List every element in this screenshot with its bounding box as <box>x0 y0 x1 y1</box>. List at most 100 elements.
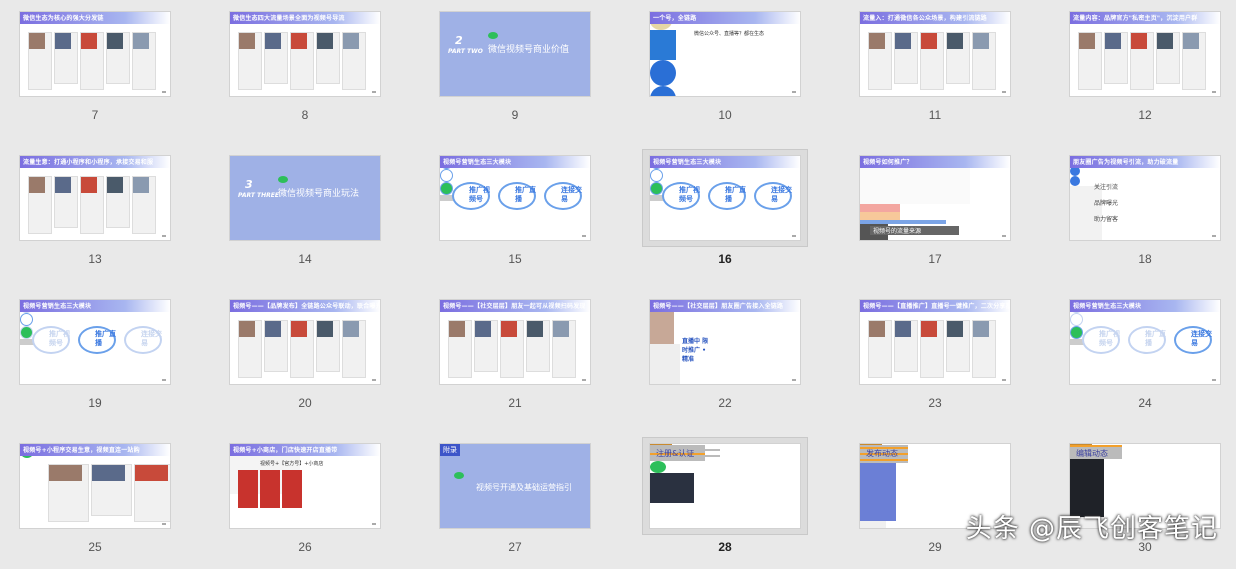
module-icon <box>650 182 663 195</box>
slide-thumbnail-27[interactable]: 附录 视频号开通及基础运营指引 27 <box>440 444 610 569</box>
slide-header-bar: 视频号营销生态三大模块 <box>20 300 170 312</box>
screenshot-panel <box>946 32 970 84</box>
slide-title: 朋友圈广告为视频号引流，助力破流量 <box>1073 159 1179 166</box>
slide-thumbnail-8[interactable]: 微信生态四大流量场景全面为视频号导流 8 <box>230 12 400 137</box>
screenshot-image <box>921 321 937 337</box>
slide-number: 7 <box>91 108 99 122</box>
slide-thumbnail-7[interactable]: 微信生态为核心的强大分发链 7 <box>20 12 190 137</box>
slide-label: 视频号+【官方号】+小商店 <box>260 461 324 467</box>
slide-preview[interactable]: 2 PART TWO 微信视频号商业价值 <box>440 12 590 96</box>
screenshot-panel <box>316 32 340 84</box>
slide-thumbnail-28[interactable]: 注册&认证 28 <box>642 437 820 569</box>
slide-footer-mark <box>792 235 796 237</box>
slide-preview[interactable]: 视频号——【直播推广】直播号一键推广，二次分享投流 <box>860 300 1010 384</box>
screenshot-image <box>553 321 569 337</box>
screenshot-panel <box>474 320 498 372</box>
slide-thumbnail-21[interactable]: 视频号——【社交层层】朋友一起可从视频扫码发现 21 <box>440 300 610 425</box>
slide-preview[interactable]: 注册&认证 <box>650 444 800 528</box>
slide-preview[interactable]: 视频号——【品牌发布】全链路公众号联动，联合曝光 <box>230 300 380 384</box>
slide-preview[interactable]: 视频号营销生态三大模块 推广视频号 推广直播 连接交易 <box>650 156 800 240</box>
slide-preview[interactable]: 流量内容：品牌官方"私密主页"，沉淀用户群 <box>1070 12 1220 96</box>
slide-number: 14 <box>298 252 312 266</box>
slide-thumbnail-12[interactable]: 流量内容：品牌官方"私密主页"，沉淀用户群 12 <box>1070 12 1236 137</box>
slide-thumbnail-19[interactable]: 视频号营销生态三大模块 推广视频号 推广直播 连接交易 19 <box>20 300 190 425</box>
slide-thumbnail-26[interactable]: 视频号+小商店，门店快速开店直播带 视频号+【官方号】+小商店 26 <box>230 444 400 569</box>
slide-preview[interactable]: 视频号营销生态三大模块 推广视频号 推广直播 连接交易 <box>440 156 590 240</box>
slide-number: 9 <box>511 108 519 122</box>
slide-number: 25 <box>88 540 102 554</box>
product-image <box>260 470 280 508</box>
screenshot-panel <box>920 320 944 378</box>
product-image <box>238 470 258 508</box>
slide-preview[interactable]: 视频号如何推广？ 视频号的流量来源 <box>860 156 1010 240</box>
screenshot-panel <box>91 464 132 516</box>
slide-preview[interactable]: 视频号+小商店，门店快速开店直播带 视频号+【官方号】+小商店 <box>230 444 380 528</box>
slide-thumbnail-24[interactable]: 视频号营销生态三大模块 推广视频号 推广直播 连接交易 24 <box>1070 300 1236 425</box>
slide-title: 视频号——【直播推广】直播号一键推广，二次分享投流 <box>863 303 1010 310</box>
screenshot-image <box>92 465 125 481</box>
slide-thumbnail-22[interactable]: 视频号——【社交层层】朋友圈广告接入全链路 直播中 限时推广 • 精准 22 <box>650 300 820 425</box>
screenshot-panel <box>290 320 314 378</box>
slide-preview[interactable]: 视频号营销生态三大模块 推广视频号 推广直播 连接交易 <box>20 300 170 384</box>
module-icon <box>20 326 33 339</box>
screenshot-image <box>501 321 517 337</box>
slide-title: 视频号+小程序交易生意，视频直连一站购 <box>23 447 140 454</box>
screenshot-image <box>29 177 45 193</box>
slide-header-bar: 微信生态为核心的强大分发链 <box>20 12 170 24</box>
screenshot-image <box>527 321 543 337</box>
watermark: 头条 @辰飞创客笔记 <box>965 514 1218 544</box>
slide-thumbnail-29[interactable]: 发布动态 29 <box>860 444 1030 569</box>
item-icon <box>1070 176 1080 186</box>
slide-thumbnail-20[interactable]: 视频号——【品牌发布】全链路公众号联动，联合曝光 20 <box>230 300 400 425</box>
slide-header-bar: 流量生意：打通小程序和小程序，承接交易和服 <box>20 156 170 168</box>
slide-preview[interactable]: 一个号，全链路 微信公众号、直播等？都在生态 <box>650 12 800 96</box>
module-label: 推广视频号 <box>49 330 70 347</box>
screenshot-panel <box>132 32 156 90</box>
slide-title: 视频号营销生态三大模块 <box>23 303 92 310</box>
wechat-logo-icon <box>454 472 464 479</box>
slide-preview[interactable]: 视频号+小程序交易生意，视频直连一站购 <box>20 444 170 528</box>
slide-thumbnail-9[interactable]: 2 PART TWO 微信视频号商业价值 9 <box>440 12 610 137</box>
screenshot-panel <box>946 320 970 372</box>
module-icon <box>440 169 453 182</box>
slide-thumbnail-13[interactable]: 流量生意：打通小程序和小程序，承接交易和服 13 <box>20 156 190 281</box>
screenshot-panel <box>106 32 130 84</box>
screenshot-panel <box>80 32 104 90</box>
slide-preview[interactable]: 微信生态为核心的强大分发链 <box>20 12 170 96</box>
slide-header-bar: 视频号——【直播推广】直播号一键推广，二次分享投流 <box>860 300 1010 312</box>
slide-thumbnail-15[interactable]: 视频号营销生态三大模块 推广视频号 推广直播 连接交易 15 <box>440 156 610 281</box>
slide-preview[interactable]: 流量生意：打通小程序和小程序，承接交易和服 <box>20 156 170 240</box>
slide-number: 12 <box>1138 108 1152 122</box>
screenshot-panel <box>342 320 366 378</box>
slide-preview[interactable]: 3 PART THREE 微信视频号商业玩法 <box>230 156 380 240</box>
slide-preview[interactable]: 视频号——【社交层层】朋友一起可从视频扫码发现 <box>440 300 590 384</box>
slide-preview[interactable]: 视频号——【社交层层】朋友圈广告接入全链路 直播中 限时推广 • 精准 <box>650 300 800 384</box>
slide-thumbnail-16[interactable]: 视频号营销生态三大模块 推广视频号 推广直播 连接交易 16 <box>642 149 820 281</box>
callout-text: 直播中 限时推广 • 精准 <box>682 338 709 363</box>
slide-thumbnail-23[interactable]: 视频号——【直播推广】直播号一键推广，二次分享投流 23 <box>860 300 1030 425</box>
module-icon <box>1070 313 1083 326</box>
slide-thumbnail-11[interactable]: 流量入：打通微信各公众场景，构建引流链路 11 <box>860 12 1030 137</box>
slide-preview[interactable]: 微信生态四大流量场景全面为视频号导流 <box>230 12 380 96</box>
slide-preview[interactable]: 视频号营销生态三大模块 推广视频号 推广直播 连接交易 <box>1070 300 1220 384</box>
module-label: 推广直播 <box>1145 330 1166 347</box>
slide-number: 22 <box>718 396 732 410</box>
slide-preview[interactable]: 朋友圈广告为视频号引流，助力破流量 关注引流 品牌曝光 助力留客 <box>1070 156 1220 240</box>
slide-thumbnail-18[interactable]: 朋友圈广告为视频号引流，助力破流量 关注引流 品牌曝光 助力留客 18 <box>1070 156 1236 281</box>
module-label: 推广直播 <box>725 186 746 203</box>
slide-thumbnail-30[interactable]: 编辑动态 30 <box>1070 444 1236 569</box>
slide-preview[interactable]: 流量入：打通微信各公众场景，构建引流链路 <box>860 12 1010 96</box>
slide-header-bar: 朋友圈广告为视频号引流，助力破流量 <box>1070 156 1220 168</box>
screenshot-panel <box>972 320 996 378</box>
slide-thumbnail-25[interactable]: 视频号+小程序交易生意，视频直连一站购 25 <box>20 444 190 569</box>
slide-thumbnail-10[interactable]: 一个号，全链路 微信公众号、直播等？都在生态 10 <box>650 12 820 137</box>
slide-preview[interactable]: 附录 视频号开通及基础运营指引 <box>440 444 590 528</box>
screenshot-panel <box>134 464 170 522</box>
slide-thumbnail-14[interactable]: 3 PART THREE 微信视频号商业玩法 14 <box>230 156 400 281</box>
appendix-tag: 附录 <box>440 444 460 456</box>
screenshot-panel <box>132 176 156 234</box>
slide-number: 10 <box>718 108 732 122</box>
item-label: 关注引流 <box>1094 184 1119 191</box>
screenshot-panel <box>28 32 52 90</box>
slide-thumbnail-17[interactable]: 视频号如何推广？ 视频号的流量来源 17 <box>860 156 1030 281</box>
